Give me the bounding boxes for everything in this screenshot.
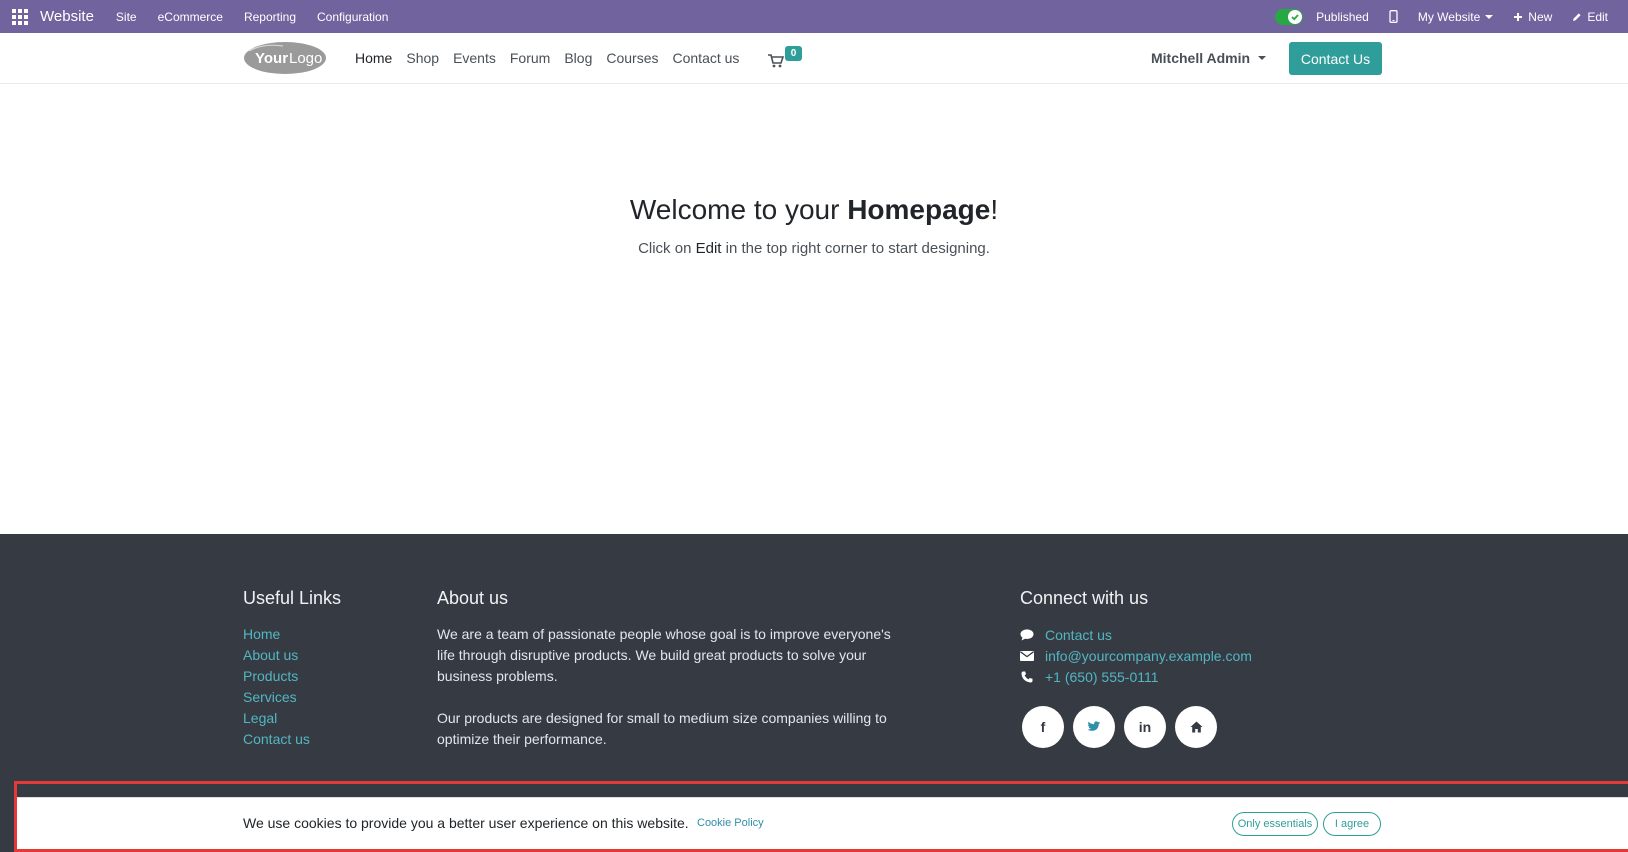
new-button[interactable]: New <box>1513 10 1552 24</box>
footer-link-about-us[interactable]: About us <box>243 645 341 666</box>
twitter-icon <box>1087 721 1101 731</box>
admin-menu-ecommerce[interactable]: eCommerce <box>158 10 223 24</box>
phone-icon <box>1021 671 1033 682</box>
home-button[interactable] <box>1175 706 1217 748</box>
nav-home[interactable]: Home <box>355 50 392 66</box>
useful-links-section: Useful Links Home About us Products Serv… <box>243 588 341 750</box>
sub-prefix: Click on <box>638 240 696 257</box>
apps-grid-icon[interactable] <box>12 8 28 25</box>
phone-link[interactable]: +1 (650) 555-0111 <box>1045 669 1159 685</box>
caret-down-icon <box>1258 56 1267 60</box>
about-title: About us <box>437 588 509 608</box>
edit-button[interactable]: Edit <box>1572 10 1608 24</box>
cart-button[interactable]: 0 <box>768 46 808 71</box>
welcome-bold: Homepage <box>847 194 991 225</box>
new-label: New <box>1528 9 1553 24</box>
my-website-label: My Website <box>1417 9 1481 24</box>
plus-icon <box>1514 12 1523 21</box>
admin-menu-reporting[interactable]: Reporting <box>244 10 296 24</box>
caret-down-icon <box>1485 14 1494 19</box>
published-toggle[interactable]: Published <box>1275 8 1369 25</box>
footer-link-legal[interactable]: Legal <box>243 708 341 729</box>
twitter-button[interactable] <box>1073 706 1115 748</box>
logo[interactable]: Your Logo <box>243 41 327 75</box>
main-nav: Home Shop Events Forum Blog Courses Cont… <box>355 33 753 83</box>
welcome-heading: Welcome to your Homepage! <box>0 194 1628 226</box>
nav-courses[interactable]: Courses <box>606 50 658 66</box>
sub-suffix: in the top right corner to start designi… <box>721 240 990 257</box>
welcome-subtitle: Click on Edit in the top right corner to… <box>0 240 1628 257</box>
nav-blog[interactable]: Blog <box>564 50 592 66</box>
footer-link-products[interactable]: Products <box>243 666 341 687</box>
toggle-switch[interactable] <box>1275 8 1304 25</box>
cart-count-badge: 0 <box>785 46 802 61</box>
main-content: Welcome to your Homepage! Click on Edit … <box>0 84 1628 534</box>
facebook-button[interactable]: f <box>1022 706 1064 748</box>
check-icon <box>1291 13 1299 21</box>
svg-text:Logo: Logo <box>289 50 322 67</box>
contact-us-button[interactable]: Contact Us <box>1289 42 1382 75</box>
nav-forum[interactable]: Forum <box>510 50 550 66</box>
email-link[interactable]: info@yourcompany.example.com <box>1045 648 1252 664</box>
edit-label: Edit <box>1587 9 1608 24</box>
useful-links-title: Useful Links <box>243 588 342 608</box>
site-header: Your Logo Home Shop Events Forum Blog Co… <box>0 33 1628 84</box>
my-website-dropdown[interactable]: My Website <box>1417 9 1494 24</box>
about-paragraph-2: Our products are designed for small to m… <box>437 710 887 747</box>
welcome-suffix: ! <box>990 194 999 225</box>
pencil-icon <box>1573 12 1581 21</box>
contact-row-email: info@yourcompany.example.com <box>1020 645 1252 666</box>
footer-link-services[interactable]: Services <box>243 687 341 708</box>
footer-link-home[interactable]: Home <box>243 624 341 645</box>
home-icon <box>1190 721 1202 733</box>
connect-contact-link[interactable]: Contact us <box>1045 627 1112 643</box>
user-name: Mitchell Admin <box>1151 50 1251 66</box>
linkedin-icon: in <box>1138 719 1152 735</box>
admin-bar: Website Site eCommerce Reporting Configu… <box>0 0 1628 33</box>
admin-bar-right: Published My Website New Edit <box>1275 0 1628 33</box>
facebook-icon: f <box>1040 719 1046 735</box>
cart-icon <box>768 54 784 68</box>
footer-link-contact-us[interactable]: Contact us <box>243 729 341 750</box>
nav-shop[interactable]: Shop <box>406 50 439 66</box>
welcome-prefix: Welcome to your <box>629 194 848 225</box>
nav-events[interactable]: Events <box>453 50 496 66</box>
comment-icon <box>1020 628 1034 640</box>
highlight-frame <box>14 781 1628 852</box>
user-menu[interactable]: Mitchell Admin <box>1151 33 1267 83</box>
mobile-icon <box>1389 10 1398 23</box>
connect-title: Connect with us <box>1020 588 1149 608</box>
social-links: f in <box>1022 706 1252 748</box>
svg-text:Your: Your <box>255 50 288 67</box>
about-paragraph-1: We are a team of passionate people whose… <box>437 626 891 684</box>
admin-menu-configuration[interactable]: Configuration <box>317 10 388 24</box>
envelope-icon <box>1020 650 1034 661</box>
contact-row-phone: +1 (650) 555-0111 <box>1020 666 1252 687</box>
admin-menu-site[interactable]: Site <box>116 10 137 24</box>
sub-bold: Edit <box>695 240 722 257</box>
nav-contact-us[interactable]: Contact us <box>673 50 740 66</box>
linkedin-button[interactable]: in <box>1124 706 1166 748</box>
admin-brand[interactable]: Website <box>40 8 94 25</box>
connect-section: Connect with us Contact us info@yourcomp… <box>1020 588 1252 748</box>
about-section: About us We are a team of passionate peo… <box>437 588 897 771</box>
mobile-preview-button[interactable] <box>1389 10 1398 23</box>
published-label: Published <box>1316 9 1369 24</box>
contact-row-chat: Contact us <box>1020 624 1252 645</box>
